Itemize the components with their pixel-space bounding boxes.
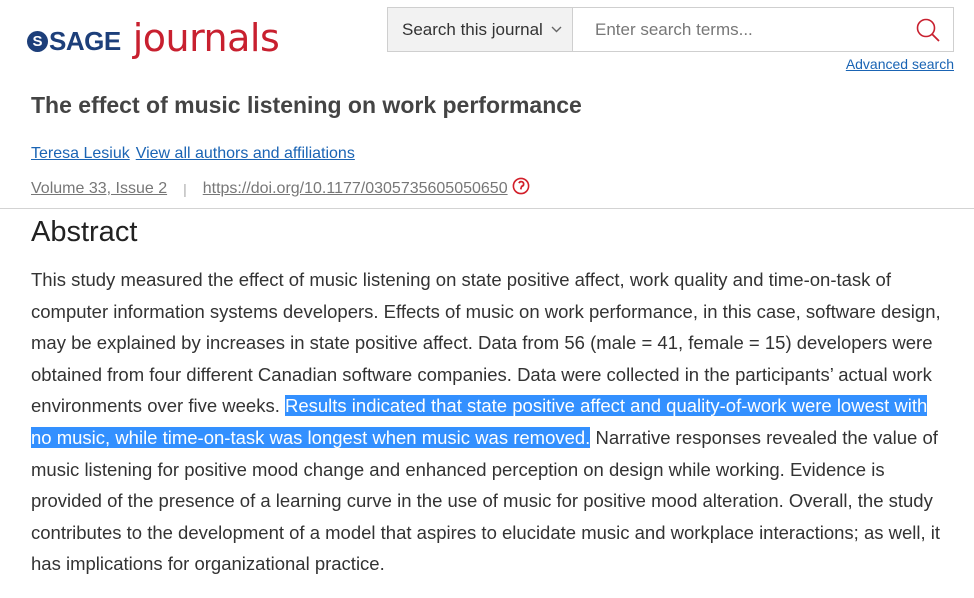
- search-box: [572, 7, 954, 52]
- abstract-text: This study measured the effect of music …: [31, 264, 946, 580]
- sage-journals-logo[interactable]: S SAGE journals: [27, 14, 280, 60]
- search-icon[interactable]: [915, 17, 941, 48]
- doi-icon: [512, 177, 530, 200]
- article-title: The effect of music listening on work pe…: [31, 92, 582, 118]
- abstract-heading: Abstract: [31, 216, 138, 248]
- sage-logo-icon: S: [27, 31, 48, 52]
- search-scope-label: Search this journal: [402, 19, 543, 39]
- author-link[interactable]: Teresa Lesiuk: [31, 145, 130, 162]
- chevron-down-icon: [551, 24, 562, 36]
- doi-link[interactable]: https://doi.org/10.1177/0305735605050650: [203, 180, 508, 198]
- view-all-authors-link[interactable]: View all authors and affiliations: [136, 145, 355, 162]
- volume-issue-link[interactable]: Volume 33, Issue 2: [31, 180, 167, 198]
- search-input[interactable]: [593, 18, 897, 41]
- abstract-text-part: Narrative responses revealed the value o…: [31, 426, 941, 575]
- article-meta: Volume 33, Issue 2 | https://doi.org/10.…: [31, 177, 530, 200]
- search-scope-dropdown[interactable]: Search this journal: [387, 7, 573, 52]
- section-divider: [0, 208, 974, 209]
- authors-line: Teresa Lesiuk View all authors and affili…: [31, 145, 361, 163]
- logo-sage-text: SAGE: [49, 26, 121, 56]
- meta-separator: |: [183, 180, 187, 197]
- logo-journals-text: journals: [132, 16, 280, 60]
- advanced-search-link[interactable]: Advanced search: [846, 56, 954, 72]
